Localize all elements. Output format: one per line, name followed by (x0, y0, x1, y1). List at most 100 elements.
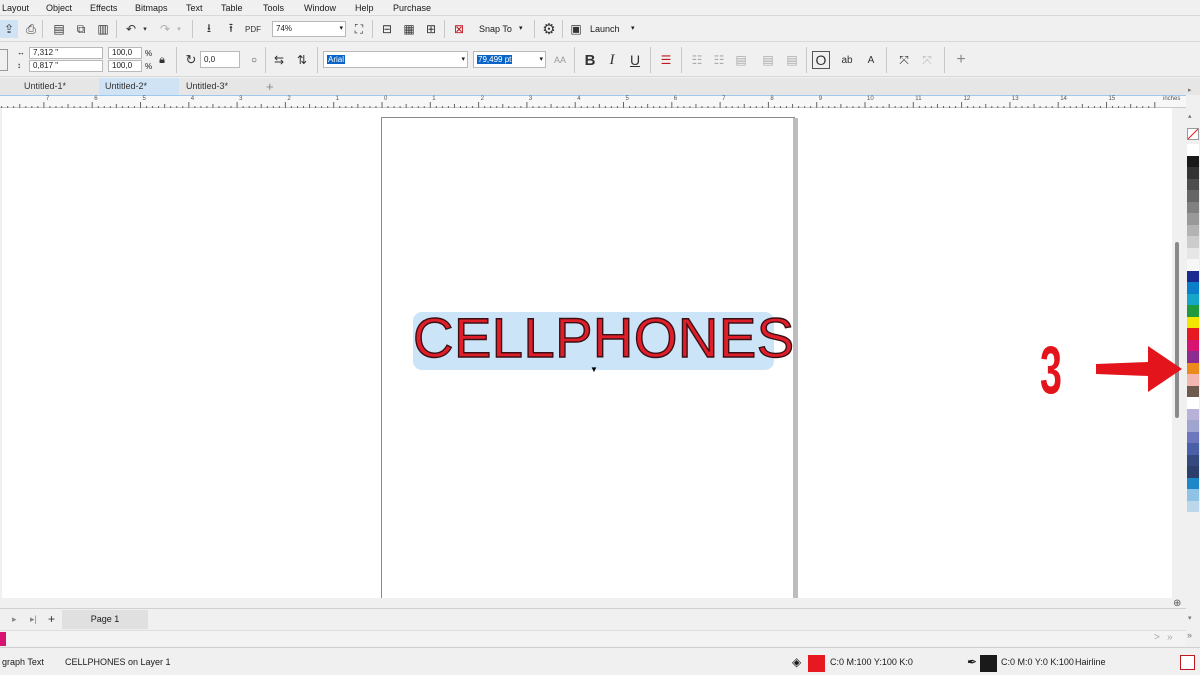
palette-swatch[interactable] (1187, 259, 1199, 271)
expand-right-icon[interactable]: » (1167, 632, 1173, 643)
copy-icon[interactable]: ⧉ (72, 20, 90, 38)
outline-color-chip[interactable] (980, 655, 997, 672)
scale-x-input[interactable]: 100,0 (108, 47, 142, 59)
menu-object[interactable]: Object (46, 3, 72, 13)
palette-swatch[interactable] (1187, 144, 1199, 156)
palette-swatch[interactable] (1187, 477, 1199, 489)
palette-swatch[interactable] (1187, 178, 1199, 190)
rotation-input[interactable]: 0,0 (200, 51, 240, 68)
scroll-right-icon[interactable]: > (1154, 632, 1160, 643)
palette-swatch[interactable] (1187, 431, 1199, 443)
palette-swatch[interactable] (1187, 213, 1199, 225)
lock-ratio-icon[interactable]: 🔒︎ (155, 51, 169, 69)
drop-cap-icon[interactable]: ▤ (732, 51, 750, 69)
undo-icon[interactable]: ↶ (122, 20, 140, 38)
launch-label[interactable]: Launch (590, 24, 620, 34)
palette-swatch[interactable] (1187, 489, 1199, 501)
palette-swatch[interactable] (1187, 305, 1199, 317)
palette-swatch[interactable] (1187, 167, 1199, 179)
palette-swatch[interactable] (1187, 374, 1199, 386)
redo-dropdown-icon[interactable]: ▾ (174, 20, 184, 38)
add-icon[interactable]: + (952, 51, 970, 69)
palette-swatch[interactable] (1187, 362, 1199, 374)
palette-scroll-down-icon[interactable]: ▾ (1188, 614, 1192, 622)
font-size-input[interactable]: 79,499 pt ▾ (473, 51, 546, 68)
palette-swatch[interactable] (1187, 293, 1199, 305)
menu-bitmaps[interactable]: Bitmaps (135, 3, 168, 13)
palette-swatch[interactable] (1187, 247, 1199, 259)
menu-layout[interactable]: Layout (2, 3, 29, 13)
menu-effects[interactable]: Effects (90, 3, 117, 13)
drawing-canvas[interactable]: CELLPHONES ▼ (2, 108, 1172, 598)
export-icon[interactable]: ⭱ (222, 20, 240, 38)
gear-icon[interactable]: ⚙ (540, 20, 558, 38)
cut-icon[interactable]: ▤ (50, 20, 68, 38)
quick-correct-icon[interactable]: ⤧ (895, 51, 913, 69)
remove-envelope-icon[interactable]: ⤧ (918, 51, 936, 69)
show-guidelines-icon[interactable]: ⊞ (422, 20, 440, 38)
palette-swatch[interactable] (1187, 201, 1199, 213)
palette-swatch[interactable] (1187, 270, 1199, 282)
chevron-down-icon[interactable]: ▾ (339, 22, 343, 36)
text-baseline-marker-icon[interactable]: ▼ (590, 365, 598, 374)
menu-window[interactable]: Window (304, 3, 336, 13)
palette-swatch[interactable] (1187, 500, 1199, 512)
palette-swatch[interactable] (1187, 454, 1199, 466)
mirror-vertical-icon[interactable]: ⇅ (293, 51, 311, 69)
menu-help[interactable]: Help (355, 3, 374, 13)
paste-icon[interactable]: ▥ (94, 20, 112, 38)
palette-swatch[interactable] (1187, 236, 1199, 248)
italic-button[interactable]: I (603, 51, 621, 69)
next-page-icon[interactable]: ▸ (12, 614, 17, 625)
full-screen-preview-icon[interactable]: ⛶ (350, 20, 368, 38)
redo-icon[interactable]: ↷ (156, 20, 174, 38)
tab-untitled-2[interactable]: Untitled-2* (99, 78, 179, 95)
bold-button[interactable]: B (581, 51, 599, 69)
palette-scroll-up-icon[interactable]: ▴ (1188, 112, 1192, 120)
document-color-swatch[interactable] (0, 632, 6, 646)
underline-button[interactable]: U (626, 51, 644, 69)
bullet-list-icon[interactable]: ☷ (688, 51, 706, 69)
no-color-swatch[interactable] (1187, 128, 1199, 140)
palette-swatch[interactable] (1187, 316, 1199, 328)
tab-untitled-3[interactable]: Untitled-3* (180, 78, 260, 95)
increase-indent-icon[interactable]: ▤ (783, 51, 801, 69)
palette-swatch[interactable] (1187, 420, 1199, 432)
palette-swatch[interactable] (1187, 339, 1199, 351)
pdf-icon[interactable]: PDF (244, 20, 262, 38)
palette-swatch[interactable] (1187, 466, 1199, 478)
expand-docker-icon[interactable]: ▸ (1188, 86, 1192, 94)
chevron-down-icon[interactable]: ▾ (461, 52, 465, 67)
text-align-icon[interactable]: ☰ (657, 51, 675, 69)
show-grid-icon[interactable]: ▦ (400, 20, 418, 38)
launch-icon[interactable]: ▣ (567, 20, 585, 38)
palette-swatch[interactable] (1187, 385, 1199, 397)
palette-swatch[interactable] (1187, 408, 1199, 420)
zoom-level-input[interactable]: 74% ▾ (272, 21, 346, 37)
print-icon[interactable]: ⎙ (22, 20, 40, 38)
chevron-down-icon[interactable]: ▾ (631, 24, 635, 32)
menu-table[interactable]: Table (221, 3, 243, 13)
menu-tools[interactable]: Tools (263, 3, 284, 13)
opentype-icon[interactable]: O (812, 51, 830, 69)
palette-swatch[interactable] (1187, 397, 1199, 409)
fill-color-chip[interactable] (808, 655, 825, 672)
import-icon[interactable]: ⭳ (200, 20, 218, 38)
palette-expand-icon[interactable]: » (1187, 630, 1192, 640)
chevron-down-icon[interactable]: ▾ (519, 24, 523, 32)
horizontal-ruler[interactable]: 7 6 5 4 3 2 1 0 1 2 3 4 5 6 7 8 9 10 11 12 13 14 15 inches (0, 95, 1186, 108)
palette-swatch[interactable] (1187, 224, 1199, 236)
snap-off-icon[interactable]: ⊠ (450, 20, 468, 38)
palette-swatch[interactable] (1187, 328, 1199, 340)
artistic-text-object[interactable]: CELLPHONES (412, 305, 794, 370)
show-rulers-icon[interactable]: ⊟ (378, 20, 396, 38)
menu-purchase[interactable]: Purchase (393, 3, 431, 13)
tab-untitled-1[interactable]: Untitled-1* (18, 78, 98, 95)
palette-swatch[interactable] (1187, 443, 1199, 455)
color-proof-icon[interactable] (1180, 655, 1195, 670)
palette-swatch[interactable] (1187, 282, 1199, 294)
zoom-icon[interactable]: ⊕ (1173, 598, 1181, 609)
snap-to-label[interactable]: Snap To (479, 24, 512, 34)
text-properties-icon[interactable]: A (862, 51, 880, 69)
decrease-indent-icon[interactable]: ▤ (759, 51, 777, 69)
